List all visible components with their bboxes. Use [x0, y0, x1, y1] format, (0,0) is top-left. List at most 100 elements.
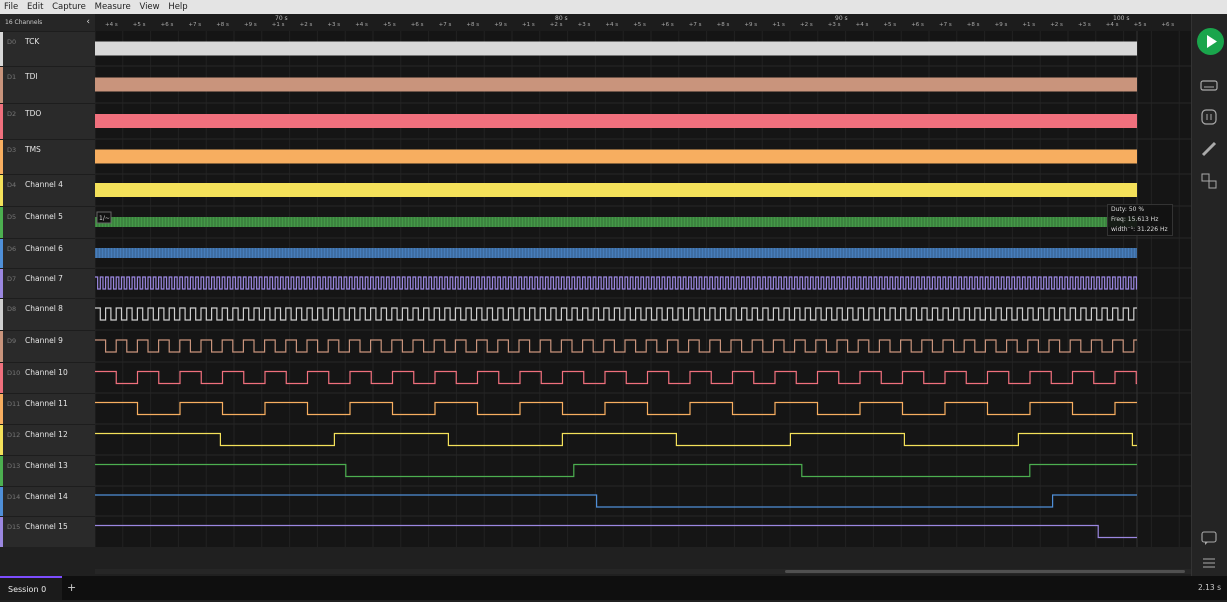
channel-name[interactable]: TDO: [25, 109, 41, 118]
ruler-tick-label: +2 s: [800, 22, 813, 28]
ruler-tick-label: +2 s: [299, 22, 313, 28]
ruler-tick-label: +4 s: [855, 22, 869, 28]
channel-list-panel: 16 Channels ‹ D0 TCK D1 TDI D2 TDO D3 TMS D4 Chan…: [0, 14, 96, 547]
ruler-tick-label: +7 s: [438, 22, 452, 28]
waveform-canvas[interactable]: 1/~: [95, 31, 1191, 547]
channel-waveform: [95, 494, 1137, 508]
channel-name[interactable]: Channel 6: [25, 244, 63, 253]
channel-label-row[interactable]: D0 TCK: [0, 31, 95, 66]
add-session-button[interactable]: +: [67, 576, 76, 600]
collapse-panel-icon[interactable]: ‹: [86, 14, 90, 31]
channel-color-bar: [0, 394, 3, 424]
menu-measure[interactable]: Measure: [95, 2, 131, 12]
channel-name[interactable]: Channel 14: [25, 492, 68, 501]
scrollbar-thumb[interactable]: [785, 570, 1185, 573]
ruler-tick-label: +8 s: [716, 22, 730, 28]
channel-color-bar: [0, 207, 3, 238]
horizontal-scrollbar[interactable]: [95, 569, 1191, 574]
channel-label-row[interactable]: D3 TMS: [0, 139, 95, 174]
width-readout: width⁻¹: 31.226 Hz: [1111, 226, 1168, 233]
channel-name[interactable]: Channel 10: [25, 368, 68, 377]
channel-index: D13: [7, 462, 21, 470]
channel-label-row[interactable]: D9 Channel 9: [0, 330, 95, 362]
channel-label-row[interactable]: D12 Channel 12: [0, 424, 95, 455]
channel-label-row[interactable]: D4 Channel 4: [0, 174, 95, 206]
ruler-tick-label: +6 s: [410, 22, 424, 28]
channel-name[interactable]: TMS: [25, 145, 41, 154]
channel-index: D5: [7, 213, 17, 221]
channel-waveform: [95, 339, 1137, 353]
channel-label-row[interactable]: D1 TDI: [0, 66, 95, 103]
channel-name[interactable]: Channel 12: [25, 430, 68, 439]
channel-name[interactable]: Channel 7: [25, 274, 63, 283]
channel-name[interactable]: Channel 8: [25, 304, 63, 313]
menu-capture[interactable]: Capture: [52, 2, 86, 12]
ruler-tick-label: +4 s: [605, 22, 619, 28]
channel-name[interactable]: Channel 15: [25, 522, 68, 531]
ruler-tick-label: +1 s: [1022, 22, 1036, 28]
measurement-cursor-label: 1/~: [99, 215, 110, 222]
channel-name[interactable]: Channel 4: [25, 180, 63, 189]
channel-label-row[interactable]: D15 Channel 15: [0, 516, 95, 547]
ruler-tick-label: +8 s: [966, 22, 980, 28]
chat-icon[interactable]: [1200, 529, 1218, 547]
keyboard-icon[interactable]: [1200, 76, 1218, 94]
channel-label-row[interactable]: D13 Channel 13: [0, 455, 95, 486]
start-capture-button[interactable]: [1197, 28, 1224, 55]
channel-index: D12: [7, 431, 21, 439]
channel-label-row[interactable]: D2 TDO: [0, 103, 95, 139]
ruler-tick-label: +1 s: [271, 22, 285, 28]
timing-marker-icon[interactable]: [1200, 108, 1218, 126]
channel-label-row[interactable]: D7 Channel 7: [0, 268, 95, 298]
channel-waveform: [95, 432, 1137, 447]
channel-name[interactable]: Channel 9: [25, 336, 63, 345]
channel-label-row[interactable]: D10 Channel 10: [0, 362, 95, 393]
channel-label-row[interactable]: D6 Channel 6: [0, 238, 95, 268]
menu-icon[interactable]: [1200, 554, 1218, 572]
ruler-tick-label: +5 s: [383, 22, 396, 28]
extensions-icon[interactable]: [1200, 172, 1218, 190]
capture-duration: 2.13 s: [1198, 583, 1221, 592]
ruler-major-label: 90 s: [835, 15, 848, 22]
channel-color-bar: [0, 425, 3, 455]
channel-index: D10: [7, 369, 21, 377]
ruler-tick-label: +5 s: [633, 22, 646, 28]
ruler-tick-label: +1 s: [772, 22, 785, 28]
session-tab[interactable]: Session 0: [0, 576, 62, 600]
ruler-tick-label: +5 s: [883, 22, 897, 28]
menu-file[interactable]: File: [4, 2, 18, 12]
ruler-tick-label: +4 s: [355, 22, 368, 28]
menu-help[interactable]: Help: [168, 2, 187, 12]
ruler-major-label: 70 s: [275, 15, 288, 22]
channel-label-row[interactable]: D5 Channel 5: [0, 206, 95, 238]
ruler-tick-label: +1 s: [522, 22, 535, 28]
ruler-tick-label: +7 s: [688, 22, 702, 28]
channel-label-row[interactable]: D11 Channel 11: [0, 393, 95, 424]
channel-index: D11: [7, 400, 21, 408]
ruler-tick-label: +8 s: [216, 22, 229, 28]
channel-label-row[interactable]: D14 Channel 14: [0, 486, 95, 516]
channel-name[interactable]: Channel 11: [25, 399, 68, 408]
session-bar: Session 0 + 2.13 s: [0, 576, 1227, 600]
channel-name[interactable]: Channel 13: [25, 461, 68, 470]
ruler-icon[interactable]: [1200, 140, 1218, 158]
ruler-tick-label: +7 s: [939, 22, 952, 28]
channel-waveform: [95, 149, 1137, 164]
channel-name[interactable]: TDI: [25, 72, 38, 81]
channel-index: D0: [7, 38, 17, 46]
waveform-area[interactable]: 1/~: [95, 31, 1191, 547]
menu-edit[interactable]: Edit: [27, 2, 43, 12]
channel-name[interactable]: Channel 5: [25, 212, 63, 221]
channel-waveform: [95, 307, 1137, 321]
channel-index: D14: [7, 493, 21, 501]
channel-name[interactable]: TCK: [25, 37, 39, 46]
channel-waveform: [95, 183, 1137, 197]
ruler-tick-label: +9 s: [244, 22, 257, 28]
menu-view[interactable]: View: [139, 2, 159, 12]
menu-bar: File Edit Capture Measure View Help: [0, 0, 1227, 14]
time-ruler[interactable]: +4 s +5 s +6 s +7 s +8 s +9 s +1 s +2 s +3 s +4 s…: [95, 14, 1191, 32]
channel-label-row[interactable]: D8 Channel 8: [0, 298, 95, 330]
channel-index: D4: [7, 181, 17, 189]
channel-waveform: [95, 77, 1137, 92]
ruler-tick-label: +4 s: [1105, 22, 1119, 28]
